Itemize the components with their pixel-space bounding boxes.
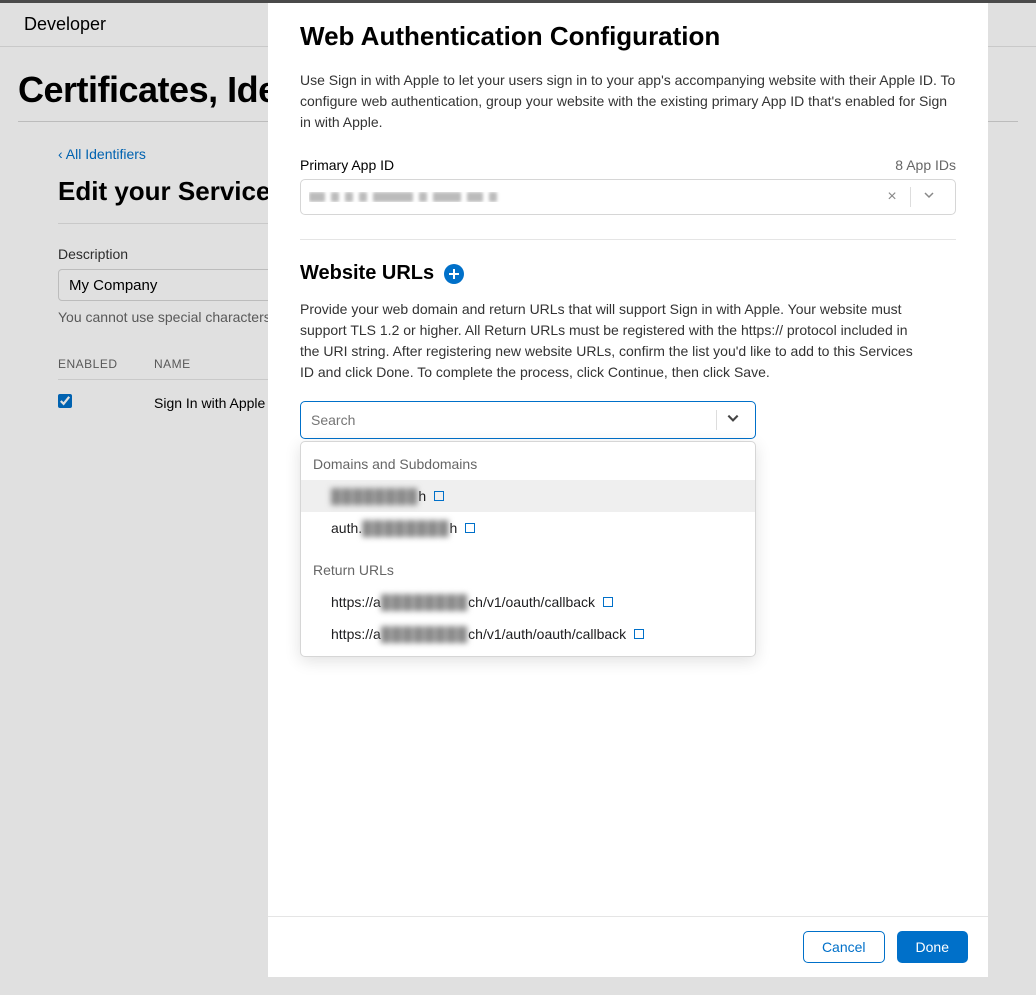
primary-app-id-label: Primary App ID [300, 157, 394, 173]
modal-footer: Cancel Done [268, 916, 988, 977]
divider [716, 410, 717, 430]
clear-icon[interactable]: × [874, 188, 910, 206]
url-dropdown: Domains and Subdomains ████████h auth.██… [300, 441, 756, 657]
app-id-count: 8 App IDs [895, 157, 956, 173]
chevron-down-icon[interactable] [721, 411, 745, 430]
dropdown-item[interactable]: ████████h [301, 480, 755, 512]
website-urls-description: Provide your web domain and return URLs … [300, 299, 920, 383]
dropdown-item[interactable]: https://a████████ch/v1/oauth/callback [301, 586, 755, 618]
dropdown-group-label: Domains and Subdomains [301, 448, 755, 480]
dropdown-item[interactable]: https://a████████ch/v1/auth/oauth/callba… [301, 618, 755, 650]
item-text: auth.████████h [331, 520, 457, 536]
modal-title: Web Authentication Configuration [300, 21, 956, 52]
dropdown-group-label: Return URLs [301, 554, 755, 586]
website-urls-heading: Website URLs [300, 262, 434, 285]
modal-description: Use Sign in with Apple to let your users… [300, 70, 956, 133]
selected-app-id-redacted [309, 192, 874, 202]
modal: Web Authentication Configuration Use Sig… [268, 3, 988, 977]
item-text: https://a████████ch/v1/auth/oauth/callba… [331, 626, 626, 642]
chevron-down-icon[interactable] [911, 188, 947, 206]
external-link-icon [634, 629, 644, 639]
item-text: https://a████████ch/v1/oauth/callback [331, 594, 595, 610]
primary-app-id-select[interactable]: × [300, 179, 956, 215]
external-link-icon [434, 491, 444, 501]
done-button[interactable]: Done [897, 931, 968, 963]
dropdown-item[interactable]: auth.████████h [301, 512, 755, 544]
divider [300, 239, 956, 240]
item-text: ████████h [331, 488, 426, 504]
search-input[interactable] [311, 412, 708, 428]
external-link-icon [603, 597, 613, 607]
cancel-button[interactable]: Cancel [803, 931, 885, 963]
url-search-box[interactable] [300, 401, 756, 439]
external-link-icon [465, 523, 475, 533]
add-url-button[interactable] [444, 264, 464, 284]
